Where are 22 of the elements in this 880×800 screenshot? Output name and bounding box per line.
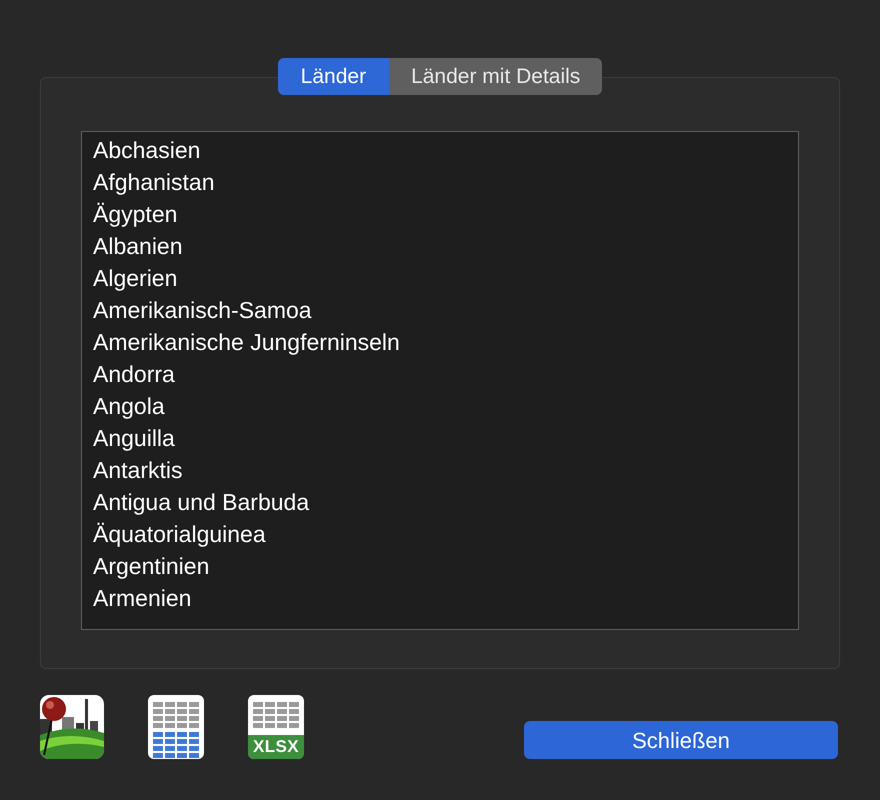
country-item[interactable]: Albanien [82, 230, 798, 262]
tab[interactable]: Länder mit Details [389, 58, 602, 95]
country-item[interactable]: Abchasien [82, 134, 798, 166]
tab[interactable]: Länder [278, 58, 390, 95]
country-list[interactable]: Abchasien Afghanistan Ägypten Albanien Algerien Amerikanisch-Samoa Amerikanische Jungferninseln Andorra Angola Anguilla Antarktis Antigua und Barbuda Äquatorialguinea Argentinien Armenien [81, 131, 799, 630]
country-item[interactable]: Äquatorialguinea [82, 518, 798, 550]
country-item[interactable]: Amerikanische Jungferninseln [82, 326, 798, 358]
country-item[interactable]: Amerikanisch-Samoa [82, 294, 798, 326]
xlsx-icon[interactable]: XLSX [248, 695, 304, 759]
country-item[interactable]: Afghanistan [82, 166, 798, 198]
country-item[interactable]: Armenien [82, 582, 798, 614]
country-item[interactable]: Angola [82, 390, 798, 422]
country-item[interactable]: Andorra [82, 358, 798, 390]
country-item[interactable]: Ägypten [82, 198, 798, 230]
country-item[interactable]: Algerien [82, 262, 798, 294]
map-pin-icon[interactable] [40, 695, 104, 759]
country-item[interactable]: Antarktis [82, 454, 798, 486]
table-icon[interactable] [148, 695, 204, 759]
country-item[interactable]: Antigua und Barbuda [82, 486, 798, 518]
country-item[interactable]: Argentinien [82, 550, 798, 582]
close-button[interactable]: Schließen [524, 721, 838, 759]
country-item[interactable]: Anguilla [82, 422, 798, 454]
